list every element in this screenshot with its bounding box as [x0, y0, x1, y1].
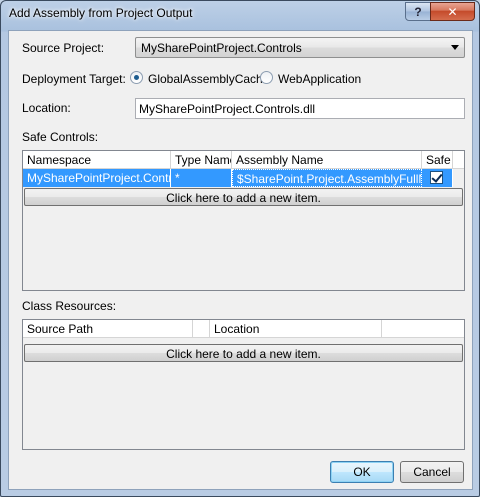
safe-checkbox[interactable] — [430, 171, 443, 184]
close-button[interactable]: ✕ — [430, 2, 475, 21]
help-icon: ? — [414, 4, 422, 19]
class-resources-label: Class Resources: — [22, 299, 117, 313]
column-header-safe[interactable]: Safe — [422, 151, 453, 169]
cell-safe[interactable] — [422, 169, 453, 187]
source-project-combobox[interactable]: MySharePointProject.Controls — [135, 37, 465, 58]
radio-label-global-assembly-cache[interactable]: GlobalAssemblyCache — [148, 72, 269, 86]
title-bar[interactable]: Add Assembly from Project Output ? ✕ — [1, 1, 479, 27]
deployment-target-label: Deployment Target: — [22, 72, 126, 86]
cancel-button[interactable]: Cancel — [400, 461, 464, 483]
ok-button[interactable]: OK — [330, 461, 394, 483]
radio-label-web-application[interactable]: WebApplication — [278, 72, 361, 86]
class-resources-header: Source Path Location — [23, 320, 464, 338]
class-resources-grid[interactable]: Source Path Location Click here to add a… — [22, 319, 465, 450]
location-value: MySharePointProject.Controls.dll — [139, 102, 316, 116]
column-header-namespace[interactable]: Namespace — [23, 151, 171, 169]
window-title: Add Assembly from Project Output — [9, 6, 193, 20]
column-header-assembly-name[interactable]: Assembly Name — [232, 151, 422, 169]
dialog-client: Source Project: MySharePointProject.Cont… — [8, 30, 473, 490]
location-input[interactable]: MySharePointProject.Controls.dll — [135, 98, 465, 119]
safe-controls-header: Namespace Type Name Assembly Name Safe — [23, 151, 464, 169]
source-project-value: MySharePointProject.Controls — [141, 41, 302, 55]
close-icon: ✕ — [447, 4, 458, 19]
column-header-location[interactable]: Location — [210, 320, 382, 338]
add-safe-control-button[interactable]: Click here to add a new item. — [24, 188, 463, 206]
cell-type-name[interactable]: * — [171, 169, 232, 187]
safe-controls-label: Safe Controls: — [22, 130, 99, 144]
dialog-window: Add Assembly from Project Output ? ✕ Sou… — [0, 0, 480, 497]
cell-assembly-name[interactable]: $SharePoint.Project.AssemblyFullName$ — [232, 169, 422, 187]
add-class-resource-button[interactable]: Click here to add a new item. — [24, 344, 463, 362]
safe-controls-grid[interactable]: Namespace Type Name Assembly Name Safe M… — [22, 150, 465, 291]
column-header-type-name[interactable]: Type Name — [171, 151, 232, 169]
radio-web-application[interactable] — [260, 71, 273, 84]
column-header-spacer[interactable] — [193, 320, 210, 338]
column-header-source-path[interactable]: Source Path — [23, 320, 193, 338]
table-row[interactable]: MySharePointProject.Controls * $SharePoi… — [23, 169, 453, 187]
chevron-down-icon — [451, 45, 459, 50]
cell-namespace[interactable]: MySharePointProject.Controls — [23, 169, 171, 187]
radio-global-assembly-cache[interactable] — [130, 71, 143, 84]
location-label: Location: — [22, 101, 71, 115]
help-button[interactable]: ? — [405, 2, 431, 21]
source-project-label: Source Project: — [22, 41, 105, 55]
